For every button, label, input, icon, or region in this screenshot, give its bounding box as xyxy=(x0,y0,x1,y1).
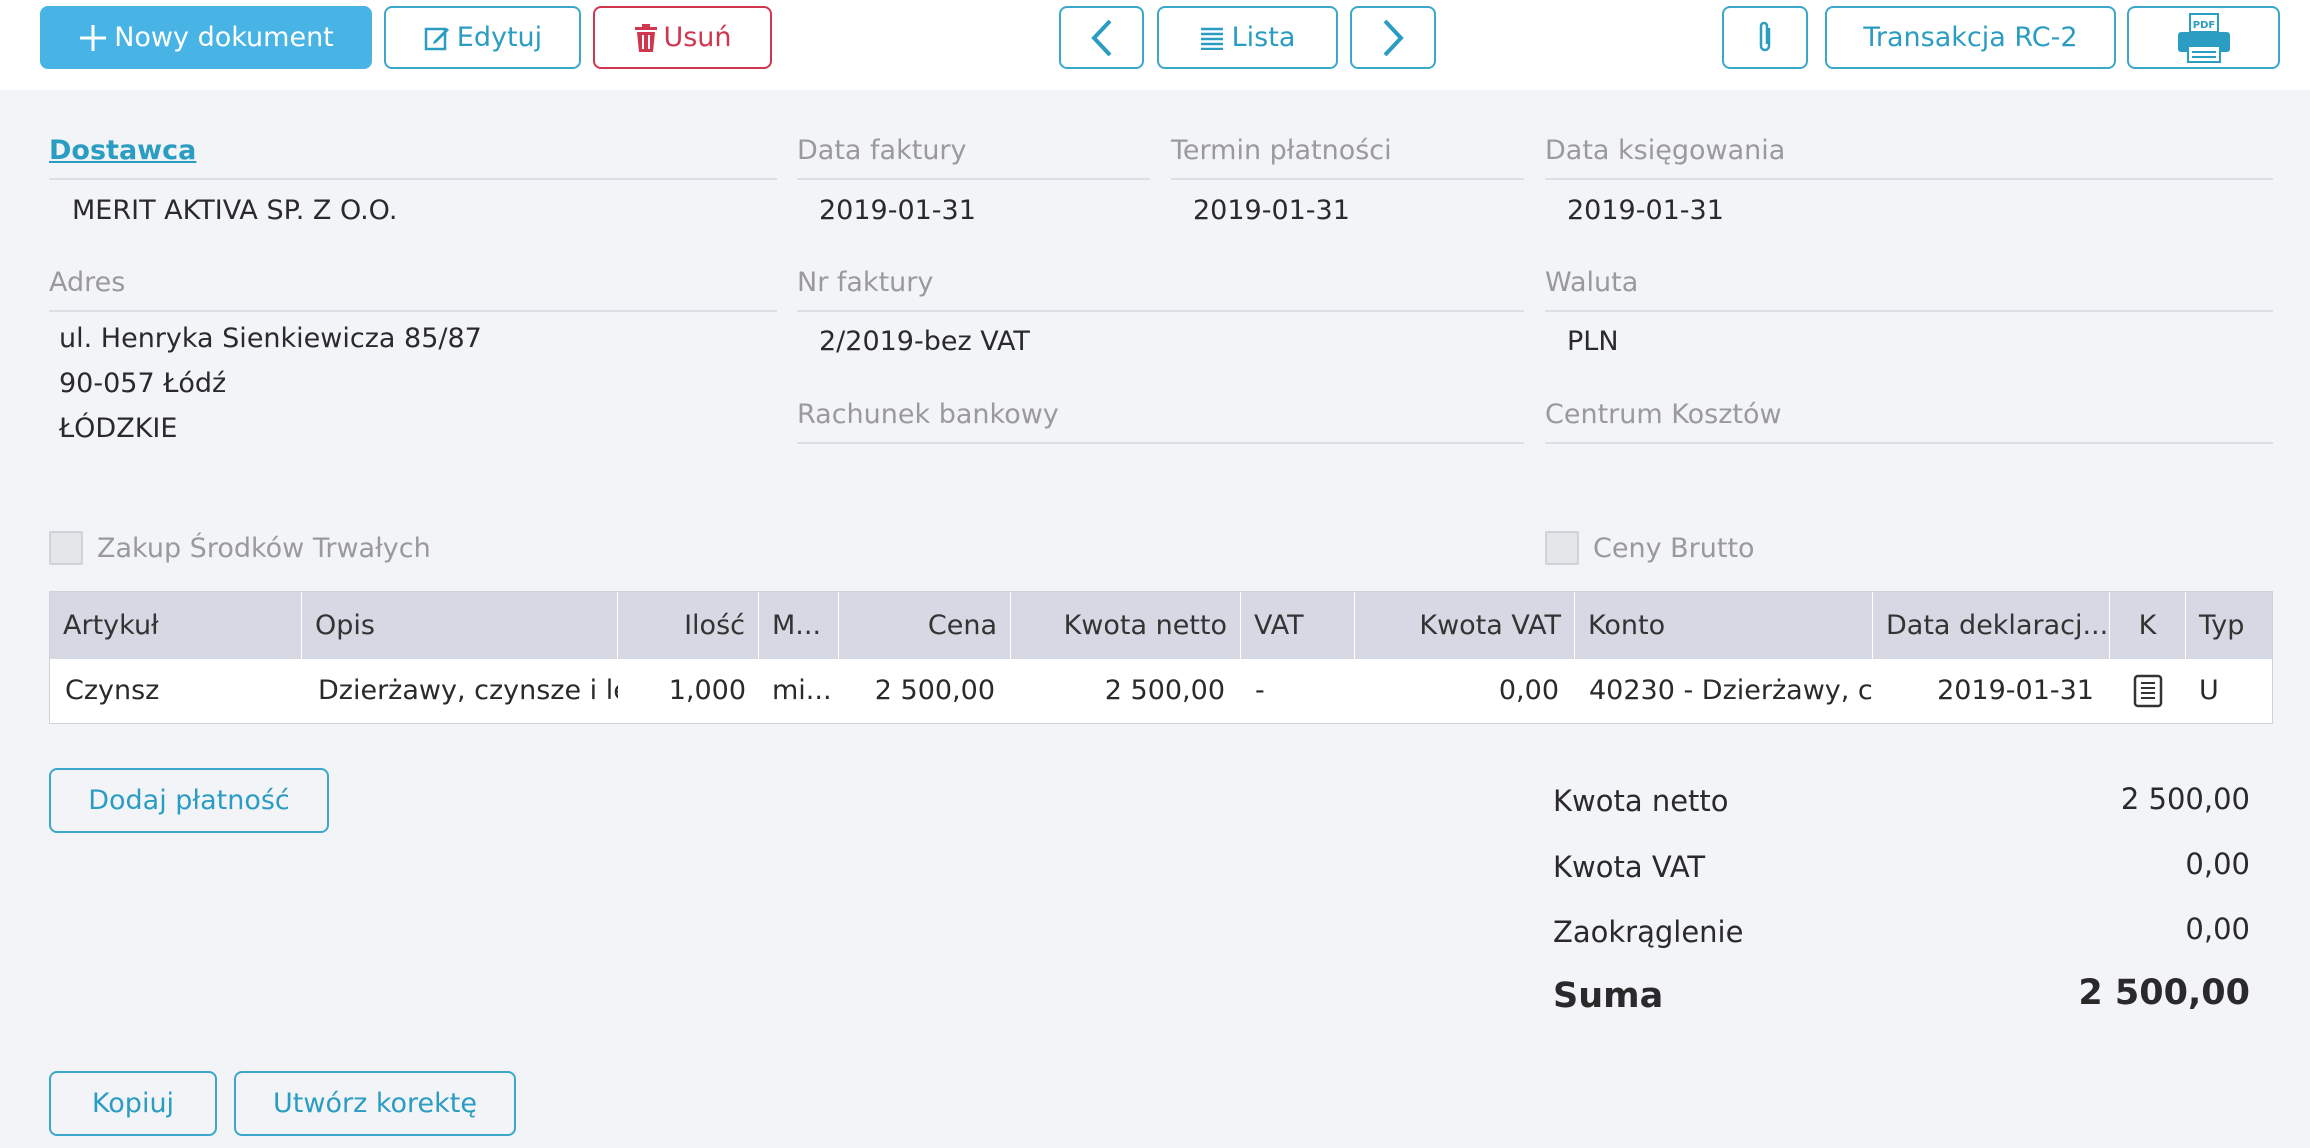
gross-prices-checkbox-box[interactable] xyxy=(1545,531,1579,565)
column-header-article[interactable]: Artykuł xyxy=(50,592,302,659)
summary-rounding-label: Zaokrąglenie xyxy=(1553,915,1744,949)
table-header-row: Artykuł Opis Ilość M... Cena Kwota netto… xyxy=(50,592,2272,659)
previous-button[interactable] xyxy=(1059,6,1144,69)
invoice-date-value: 2019-01-31 xyxy=(819,195,976,226)
create-correction-label: Utwórz korektę xyxy=(273,1088,477,1119)
address-block: ul. Henryka Sienkiewicza 85/87 90-057 Łó… xyxy=(59,316,759,451)
column-header-net-amount[interactable]: Kwota netto xyxy=(1011,592,1241,659)
new-document-label: Nowy dokument xyxy=(114,22,334,53)
column-header-declaration-date[interactable]: Data deklaracj... xyxy=(1873,592,2110,659)
invoice-date-label: Data faktury xyxy=(797,130,1150,180)
list-button[interactable]: Lista xyxy=(1157,6,1338,69)
plus-icon xyxy=(80,24,107,51)
create-correction-button[interactable]: Utwórz korektę xyxy=(234,1071,516,1136)
summary-vat-label: Kwota VAT xyxy=(1553,850,1706,884)
copy-label: Kopiuj xyxy=(91,1088,175,1119)
cell-quantity: 1,000 xyxy=(668,675,746,706)
summary-net-value: 2 500,00 xyxy=(2120,782,2250,816)
summary-net-label: Kwota netto xyxy=(1553,784,1729,818)
column-header-vat[interactable]: VAT xyxy=(1241,592,1355,659)
posting-date-label: Data księgowania xyxy=(1545,130,2273,180)
add-payment-label: Dodaj płatność xyxy=(88,785,290,816)
summary-total-value: 2 500,00 xyxy=(2078,973,2250,1013)
cell-net-amount: 2 500,00 xyxy=(1104,675,1225,706)
due-date-label: Termin płatności xyxy=(1171,130,1524,180)
pdf-badge-text: PDF xyxy=(2192,20,2214,31)
address-line-city: 90-057 Łódź xyxy=(59,368,227,399)
gross-prices-checkbox-label: Ceny Brutto xyxy=(1593,532,1755,564)
cell-vat-amount: 0,00 xyxy=(1498,675,1559,706)
column-header-description[interactable]: Opis xyxy=(302,592,618,659)
cell-unit: mi... xyxy=(772,675,832,706)
column-header-price[interactable]: Cena xyxy=(839,592,1011,659)
column-header-k[interactable]: K xyxy=(2110,592,2186,659)
next-button[interactable] xyxy=(1350,6,1436,69)
edit-button[interactable]: Edytuj xyxy=(384,6,581,69)
pdf-printer-icon: PDF xyxy=(2177,12,2230,63)
table-row[interactable]: Czynsz Dzierżawy, czynsze i le 1,000 mi.… xyxy=(50,659,2272,723)
toolbar: Nowy dokument Edytuj Usuń Lista Transakc… xyxy=(0,0,2310,90)
fixed-assets-checkbox[interactable]: Zakup Środków Trwałych xyxy=(49,530,431,566)
document-list-icon[interactable] xyxy=(2133,674,2163,708)
transaction-button[interactable]: Transakcja RC-2 xyxy=(1825,6,2116,69)
edit-label: Edytuj xyxy=(456,22,543,53)
cost-center-label: Centrum Kosztów xyxy=(1545,394,2273,444)
cell-description: Dzierżawy, czynsze i le xyxy=(318,675,618,706)
add-payment-button[interactable]: Dodaj płatność xyxy=(49,768,329,833)
chevron-right-icon xyxy=(1383,19,1404,56)
delete-label: Usuń xyxy=(663,22,732,53)
due-date-value: 2019-01-31 xyxy=(1193,195,1350,226)
list-icon xyxy=(1200,27,1223,50)
column-header-vat-amount[interactable]: Kwota VAT xyxy=(1355,592,1575,659)
bank-account-label: Rachunek bankowy xyxy=(797,394,1524,444)
address-label: Adres xyxy=(49,262,777,312)
invoice-number-label: Nr faktury xyxy=(797,262,1524,312)
cell-k[interactable] xyxy=(2110,659,2186,723)
trash-icon xyxy=(635,23,658,52)
invoice-lines-table: Artykuł Opis Ilość M... Cena Kwota netto… xyxy=(49,591,2273,724)
column-header-account[interactable]: Konto xyxy=(1575,592,1873,659)
edit-icon xyxy=(424,27,449,50)
fixed-assets-checkbox-box[interactable] xyxy=(49,531,83,565)
attachment-button[interactable] xyxy=(1722,6,1808,69)
new-document-button[interactable]: Nowy dokument xyxy=(40,6,372,69)
supplier-value: MERIT AKTIVA SP. Z O.O. xyxy=(72,195,398,226)
column-header-unit[interactable]: M... xyxy=(759,592,839,659)
currency-value: PLN xyxy=(1567,326,1619,357)
fixed-assets-checkbox-label: Zakup Środków Trwałych xyxy=(97,532,431,564)
supplier-label[interactable]: Dostawca xyxy=(49,130,777,180)
address-line-region: ŁÓDZKIE xyxy=(59,413,178,444)
cell-declaration-date: 2019-01-31 xyxy=(1937,675,2094,706)
cell-vat: - xyxy=(1255,675,1265,706)
delete-button[interactable]: Usuń xyxy=(593,6,772,69)
transaction-label: Transakcja RC-2 xyxy=(1863,22,2078,53)
copy-button[interactable]: Kopiuj xyxy=(49,1071,217,1136)
chevron-left-icon xyxy=(1090,19,1111,56)
gross-prices-checkbox[interactable]: Ceny Brutto xyxy=(1545,530,1755,566)
cell-account: 40230 - Dzierżawy, cz xyxy=(1589,675,1873,706)
paperclip-icon xyxy=(1759,21,1771,51)
column-header-quantity[interactable]: Ilość xyxy=(618,592,759,659)
posting-date-value: 2019-01-31 xyxy=(1567,195,1724,226)
invoice-number-value: 2/2019-bez VAT xyxy=(819,326,1030,357)
currency-label: Waluta xyxy=(1545,262,2273,312)
address-line-street: ul. Henryka Sienkiewicza 85/87 xyxy=(59,323,482,354)
cell-price: 2 500,00 xyxy=(874,675,995,706)
cell-type: U xyxy=(2199,675,2219,706)
list-label: Lista xyxy=(1231,22,1296,53)
summary-total-label: Suma xyxy=(1553,976,1664,1016)
cell-article: Czynsz xyxy=(65,675,160,706)
summary-rounding-value: 0,00 xyxy=(2185,912,2250,946)
column-header-type[interactable]: Typ xyxy=(2186,592,2272,659)
summary-vat-value: 0,00 xyxy=(2185,847,2250,881)
pdf-print-button[interactable]: PDF xyxy=(2127,6,2280,69)
